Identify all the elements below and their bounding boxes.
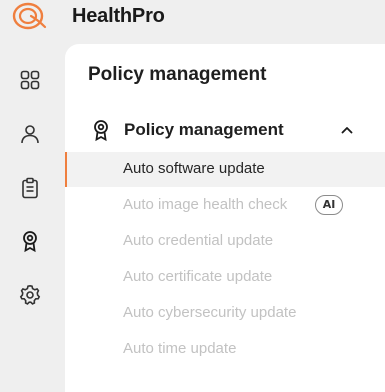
menu-item-auto-time-update[interactable]: Auto time update [65,332,385,367]
menu-item-label: Auto image health check [123,196,288,213]
menu-item-auto-image-health-check[interactable]: Auto image health check AI [65,188,385,223]
menu-item-auto-credential-update[interactable]: Auto credential update [65,224,385,259]
rail-settings-button[interactable] [12,277,48,313]
top-bar: HealthPro [0,0,385,34]
menu-item-auto-software-update[interactable]: Auto software update [65,152,385,187]
menu-item-auto-certificate-update[interactable]: Auto certificate update [65,260,385,295]
policy-group-header[interactable]: Policy management [65,114,385,146]
award-badge-icon [94,120,108,142]
menu-item-label: Auto certificate update [123,268,273,285]
gear-icon [19,284,41,305]
ai-badge: AI [315,195,343,215]
menu-item-label: Auto cybersecurity update [123,304,297,321]
group-label: Policy management [124,120,284,139]
award-badge-icon [23,231,37,253]
page-title: Policy management [88,64,267,85]
app-window: HealthPro Policy management Policy manag… [0,0,385,392]
menu-item-label: Auto time update [123,340,237,357]
rail-user-button[interactable] [12,116,48,152]
clipboard-icon [22,177,38,199]
app-name: HealthPro [72,5,165,27]
user-icon [21,125,39,144]
rail-policy-button[interactable] [12,223,48,259]
chevron-up-icon[interactable] [339,122,355,138]
healthpro-logo-icon [12,2,47,30]
menu-item-auto-cybersecurity-update[interactable]: Auto cybersecurity update [65,296,385,331]
policy-panel: Policy management Policy management Auto… [65,44,385,392]
menu-item-label: Auto software update [123,160,265,177]
rail-clipboard-button[interactable] [12,170,48,206]
active-indicator [65,152,67,187]
menu-item-label: Auto credential update [123,232,274,249]
dashboard-grid-icon [20,70,40,90]
rail-dashboard-button[interactable] [12,62,48,98]
